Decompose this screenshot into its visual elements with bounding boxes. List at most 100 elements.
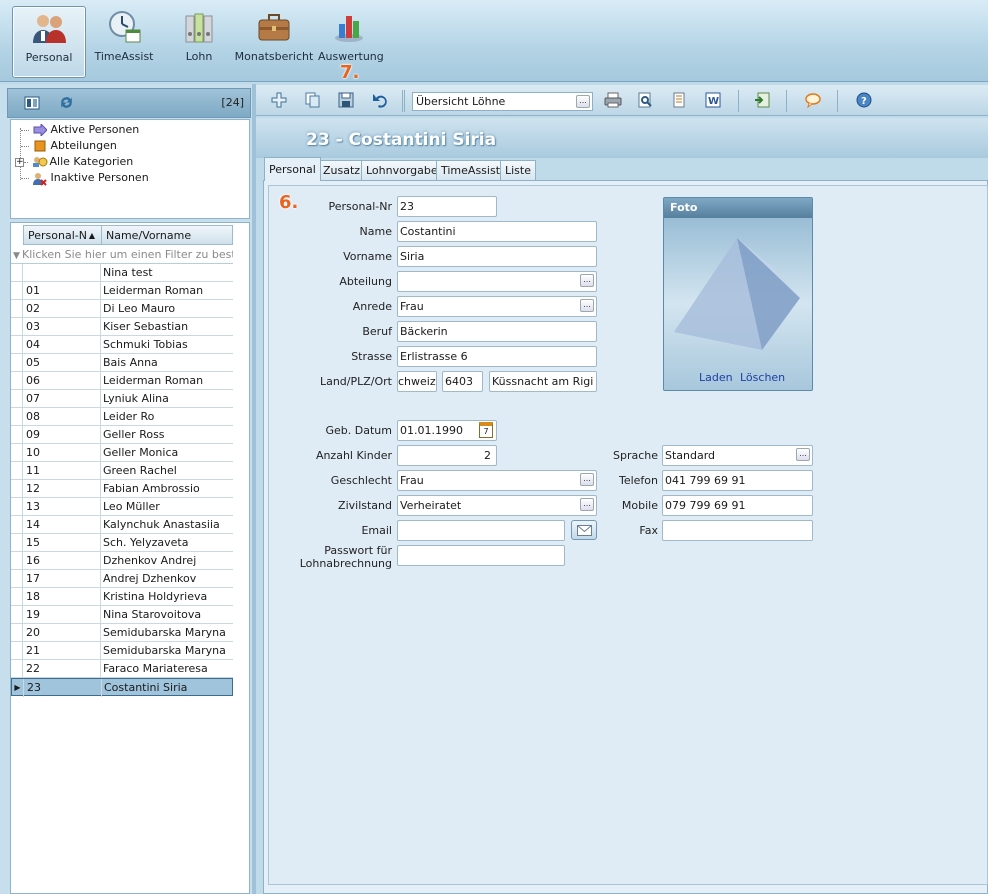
row-selector[interactable] [11,444,23,462]
row-selector[interactable] [11,624,23,642]
row-selector[interactable] [11,282,23,300]
ellipsis-icon[interactable]: ... [580,498,594,511]
table-row[interactable]: 01 Leiderman Roman [11,282,233,300]
filter-row[interactable]: ▼ Klicken Sie hier um einen Filter zu bes… [11,246,233,264]
name-field[interactable]: Costantini [397,221,597,242]
row-selector[interactable] [11,264,23,282]
row-selector[interactable] [11,336,23,354]
anzahl-kinder-field[interactable]: 2 [397,445,497,466]
module-monatsbericht[interactable]: Monatsbericht [234,6,314,78]
table-row[interactable]: 17 Andrej Dzhenkov [11,570,233,588]
row-selector[interactable] [11,390,23,408]
column-header-name[interactable]: Name/Vorname [101,225,233,245]
table-row[interactable]: 12 Fabian Ambrossio [11,480,233,498]
panel-splitter[interactable] [252,84,256,894]
tab-timeassist[interactable]: TimeAssist [436,160,506,180]
ellipsis-icon[interactable]: ... [580,299,594,312]
table-row[interactable]: 02 Di Leo Mauro [11,300,233,318]
tab-personal[interactable]: Personal [264,157,321,181]
tab-zusatz[interactable]: Zusatz [318,160,366,180]
report-select[interactable]: Übersicht Löhne ... [412,92,593,111]
row-selector[interactable] [11,354,23,372]
geb-datum-field[interactable]: 01.01.1990 7 [397,420,497,441]
ellipsis-icon[interactable]: ... [576,95,590,108]
fax-field[interactable] [662,520,813,541]
geschlecht-field[interactable]: Frau ... [397,470,597,491]
email-field[interactable] [397,520,565,541]
table-row[interactable]: 11 Green Rachel [11,462,233,480]
row-selector[interactable] [11,480,23,498]
row-selector[interactable] [11,300,23,318]
tab-lohnvorgabe[interactable]: Lohnvorgabe [361,160,443,180]
table-row[interactable]: 16 Dzhenkov Andrej [11,552,233,570]
module-timeassist[interactable]: TimeAssist [92,6,156,78]
column-header-personal-nr[interactable]: Personal-N ▲ [23,225,102,245]
module-lohn[interactable]: Lohn [170,6,228,78]
table-row[interactable]: 06 Leiderman Roman [11,372,233,390]
tree-item-inaktive-personen[interactable]: Inaktive Personen [21,170,149,186]
table-row[interactable]: 21 Semidubarska Maryna [11,642,233,660]
passwort-field[interactable] [397,545,565,566]
table-row[interactable]: 07 Lyniuk Alina [11,390,233,408]
columns-icon[interactable] [24,95,40,114]
table-row[interactable]: 10 Geller Monica [11,444,233,462]
abteilung-field[interactable]: ... [397,271,597,292]
word-export-icon[interactable]: W [705,92,723,110]
plz-field[interactable]: 6403 [442,371,483,392]
table-row[interactable]: Nina test [11,264,233,282]
table-row[interactable]: 03 Kiser Sebastian [11,318,233,336]
row-selector[interactable] [11,426,23,444]
anrede-field[interactable]: Frau ... [397,296,597,317]
row-selector[interactable] [11,606,23,624]
row-selector[interactable] [11,318,23,336]
row-selector[interactable] [11,516,23,534]
table-row[interactable]: 19 Nina Starovoitova [11,606,233,624]
row-selector[interactable] [11,642,23,660]
telefon-field[interactable]: 041 799 69 91 [662,470,813,491]
ort-field[interactable]: Küssnacht am Rigi [489,371,597,392]
table-row[interactable]: 13 Leo Müller [11,498,233,516]
table-row[interactable]: 05 Bais Anna [11,354,233,372]
sprache-field[interactable]: Standard ... [662,445,813,466]
table-row[interactable]: 18 Kristina Holdyrieva [11,588,233,606]
undo-icon[interactable] [372,92,390,110]
expand-icon[interactable]: + [15,157,24,167]
save-icon[interactable] [338,92,356,110]
calendar-icon[interactable]: 7 [479,422,493,438]
row-selector-icon[interactable]: ▶ [12,679,24,697]
copy-icon[interactable] [304,92,322,110]
photo-delete-link[interactable]: Löschen [740,371,785,384]
table-row[interactable]: 15 Sch. Yelyzaveta [11,534,233,552]
help-icon[interactable]: ? [856,92,874,110]
vorname-field[interactable]: Siria [397,246,597,267]
tree-item-aktive-personen[interactable]: Aktive Personen [21,122,139,138]
preview-icon[interactable] [637,92,655,110]
row-selector[interactable] [11,588,23,606]
strasse-field[interactable]: Erlistrasse 6 [397,346,597,367]
table-row[interactable]: 14 Kalynchuk Anastasiia [11,516,233,534]
row-selector[interactable] [11,372,23,390]
module-personal[interactable]: Personal [12,6,86,78]
personal-nr-field[interactable]: 23 [397,196,497,217]
report-icon[interactable] [671,92,689,110]
print-icon[interactable] [604,92,622,110]
send-email-button[interactable] [571,520,597,540]
ellipsis-icon[interactable]: ... [796,448,810,461]
mobile-field[interactable]: 079 799 69 91 [662,495,813,516]
row-selector[interactable] [11,570,23,588]
refresh-icon[interactable] [58,94,75,114]
table-row[interactable]: ▶ 23 Costantini Siria [11,678,233,697]
table-row[interactable]: 20 Semidubarska Maryna [11,624,233,642]
photo-load-link[interactable]: Laden [699,371,733,384]
row-selector[interactable] [11,408,23,426]
ellipsis-icon[interactable]: ... [580,473,594,486]
table-row[interactable]: 04 Schmuki Tobias [11,336,233,354]
zivilstand-field[interactable]: Verheiratet ... [397,495,597,516]
tree-item-abteilungen[interactable]: Abteilungen [21,138,117,154]
import-icon[interactable] [754,92,772,110]
tab-liste[interactable]: Liste [500,160,536,180]
row-selector[interactable] [11,552,23,570]
tree-item-alle-kategorien[interactable]: + Alle Kategorien [15,154,133,170]
comment-icon[interactable] [805,92,823,110]
row-selector[interactable] [11,534,23,552]
